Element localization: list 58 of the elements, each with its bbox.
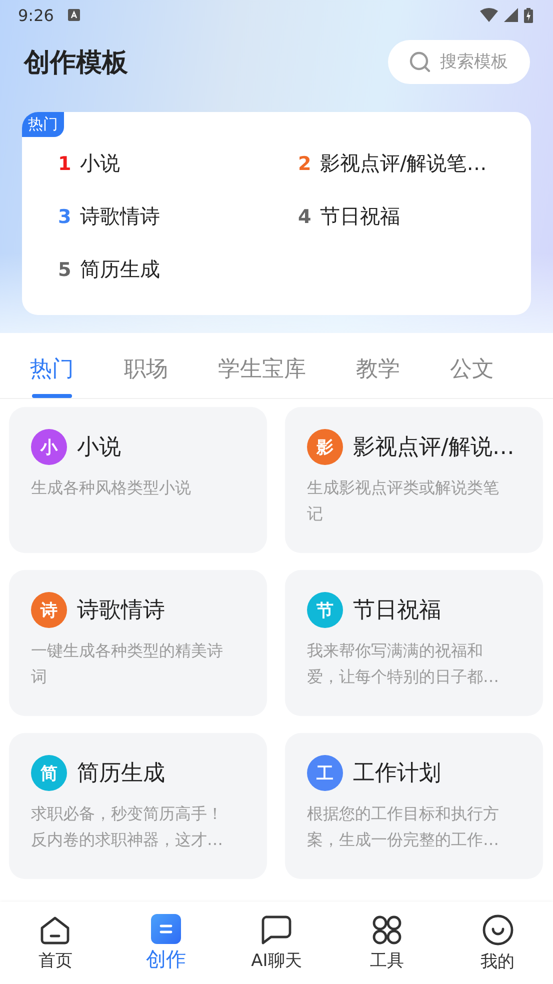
template-title: 节日祝福 xyxy=(353,597,441,625)
signal-icon xyxy=(504,8,518,22)
template-card[interactable]: 小 小说 生成各种风格类型小说 xyxy=(9,407,267,553)
avatar-badge: 影 xyxy=(307,429,343,465)
avatar-badge: 节 xyxy=(307,592,343,628)
rank-number: 2 xyxy=(298,152,310,174)
template-card[interactable]: 节 节日祝福 我来帮你写满满的祝福和爱，让每个特别的日子都… xyxy=(285,570,543,716)
grid-icon xyxy=(372,914,402,944)
category-tab[interactable]: 公文 xyxy=(450,354,494,398)
search-field[interactable]: 搜索模板 xyxy=(388,40,530,84)
template-card[interactable]: 诗 诗歌情诗 一键生成各种类型的精美诗词 xyxy=(9,570,267,716)
hot-item-link[interactable]: 小说 xyxy=(80,150,120,177)
template-card[interactable]: 工 工作计划 根据您的工作目标和执行方案，生成一份完整的工作… xyxy=(285,733,543,879)
nav-tab[interactable]: 我的 xyxy=(458,914,538,972)
hot-item-link[interactable]: 影视点评/解说笔… xyxy=(320,150,487,177)
category-tab[interactable]: 职场 xyxy=(124,354,168,398)
nav-tab[interactable]: 工具 xyxy=(347,914,428,972)
rank-number: 4 xyxy=(298,206,310,228)
nav-tab[interactable]: 首页 xyxy=(15,914,96,972)
template-description: 根据您的工作目标和执行方案，生成一份完整的工作… xyxy=(307,803,500,851)
template-description: 求职必备，秒变简历高手！反内卷的求职神器，这才… xyxy=(31,803,224,851)
hot-item-link[interactable]: 简历生成 xyxy=(80,256,160,283)
category-tab[interactable]: 学生宝库 xyxy=(218,354,306,398)
template-title: 小说 xyxy=(77,434,121,462)
home-icon xyxy=(39,914,72,944)
template-title: 诗歌情诗 xyxy=(77,597,165,625)
rank-number: 5 xyxy=(58,258,70,280)
hot-badge: 热门 xyxy=(22,112,64,137)
hot-item-link[interactable]: 诗歌情诗 xyxy=(80,203,160,230)
rank-number: 3 xyxy=(58,206,70,228)
category-tab[interactable]: 教学 xyxy=(356,354,400,398)
avatar-badge: 诗 xyxy=(31,592,67,628)
template-title: 影视点评/解说… xyxy=(353,434,514,462)
template-description: 一键生成各种类型的精美诗词 xyxy=(31,640,224,688)
template-title: 简历生成 xyxy=(77,760,165,788)
search-icon xyxy=(408,50,432,74)
category-tab[interactable]: 热门 xyxy=(30,354,74,398)
avatar-badge: 工 xyxy=(307,755,343,791)
wifi-icon xyxy=(480,8,498,22)
template-card[interactable]: 简 简历生成 求职必备，秒变简历高手！反内卷的求职神器，这才… xyxy=(9,733,267,879)
document-icon xyxy=(150,914,181,944)
template-card[interactable]: 影 影视点评/解说… 生成影视点评类或解说类笔记 xyxy=(285,407,543,553)
avatar-badge: 小 xyxy=(31,429,67,465)
template-title: 工作计划 xyxy=(353,760,441,788)
nav-tab[interactable]: AI聊天 xyxy=(236,914,316,972)
template-description: 生成各种风格类型小说 xyxy=(31,477,192,499)
page-title: 创作模板 xyxy=(24,46,128,80)
chat-bubble-icon xyxy=(260,914,292,944)
keyboard-indicator-icon xyxy=(68,9,80,21)
battery-icon xyxy=(524,8,533,22)
template-description: 生成影视点评类或解说类笔记 xyxy=(307,477,500,525)
template-description: 我来帮你写满满的祝福和爱，让每个特别的日子都… xyxy=(307,640,500,688)
avatar-badge: 简 xyxy=(31,755,67,791)
hot-item-link[interactable]: 节日祝福 xyxy=(320,203,400,230)
nav-tab[interactable]: 创作 xyxy=(126,914,206,972)
smiley-icon xyxy=(482,914,514,946)
rank-number: 1 xyxy=(58,152,70,174)
status-time: 9:26 xyxy=(18,6,54,24)
